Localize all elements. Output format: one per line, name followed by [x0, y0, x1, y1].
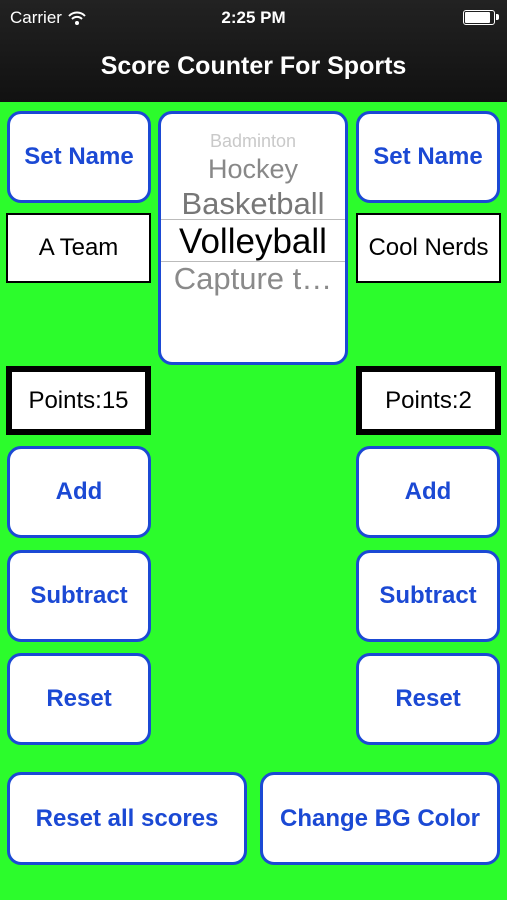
- left-reset-button[interactable]: Reset: [7, 653, 151, 745]
- picker-option[interactable]: Hockey: [161, 154, 345, 185]
- right-set-name-button[interactable]: Set Name: [356, 111, 500, 203]
- status-bar: Carrier 2:25 PM: [0, 0, 507, 36]
- picker-option[interactable]: Badminton: [161, 131, 345, 152]
- sport-picker[interactable]: Badminton Hockey Basketball Volleyball C…: [158, 111, 348, 365]
- left-set-name-button[interactable]: Set Name: [7, 111, 151, 203]
- right-points-display: Points:2: [356, 366, 501, 435]
- picker-option-selected[interactable]: Volleyball: [161, 222, 345, 262]
- picker-option[interactable]: Basketball: [161, 186, 345, 222]
- picker-selection-top-line: [161, 219, 345, 220]
- navigation-bar: Carrier 2:25 PM Score Counter For Sports: [0, 0, 507, 102]
- left-points-display: Points:15: [6, 366, 151, 435]
- change-bg-color-button[interactable]: Change BG Color: [260, 772, 500, 865]
- picker-option[interactable]: Capture t…: [161, 261, 345, 297]
- left-add-button[interactable]: Add: [7, 446, 151, 538]
- battery-fill: [465, 12, 490, 23]
- status-time: 2:25 PM: [221, 8, 286, 27]
- right-subtract-button[interactable]: Subtract: [356, 550, 500, 642]
- battery-icon: [463, 10, 499, 25]
- reset-all-scores-button[interactable]: Reset all scores: [7, 772, 247, 865]
- page-title: Score Counter For Sports: [100, 52, 407, 80]
- right-reset-button[interactable]: Reset: [356, 653, 500, 745]
- left-subtract-button[interactable]: Subtract: [7, 550, 151, 642]
- right-add-button[interactable]: Add: [356, 446, 500, 538]
- right-team-name-field[interactable]: Cool Nerds: [356, 213, 501, 283]
- left-team-name-field[interactable]: A Team: [6, 213, 151, 283]
